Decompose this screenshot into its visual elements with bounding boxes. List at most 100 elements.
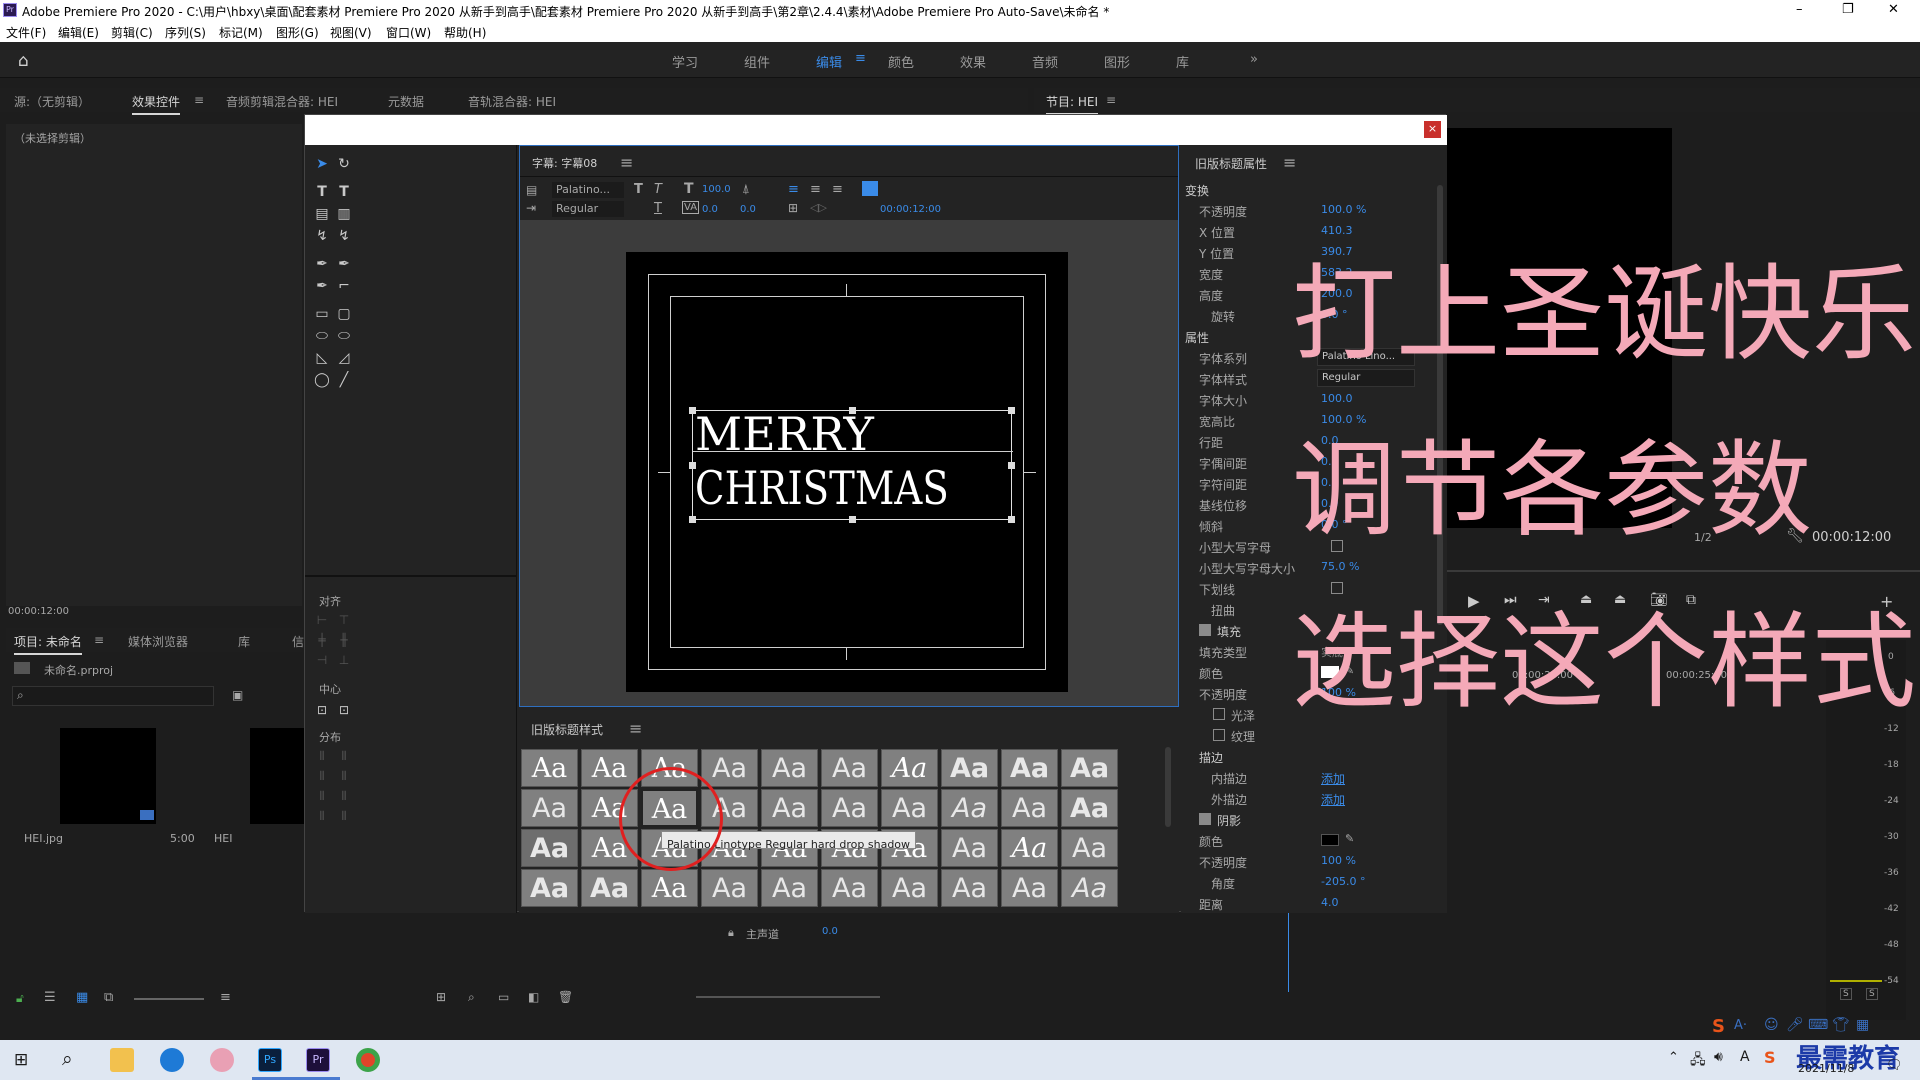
style-tile-3-8[interactable]: Aa bbox=[941, 829, 998, 867]
project-thumb-2[interactable] bbox=[250, 728, 304, 824]
tab-metadata[interactable]: 元数据 bbox=[388, 93, 424, 110]
tab-icon[interactable]: ⊞ bbox=[788, 201, 798, 215]
rectangle-tool-icon[interactable]: ▭ bbox=[313, 305, 331, 323]
kerning-icon[interactable]: VA bbox=[682, 201, 700, 214]
workspace-menu-icon[interactable]: ≡ bbox=[855, 51, 866, 66]
ellipse-tool-icon[interactable]: ◯ bbox=[313, 371, 331, 389]
sogou-tray-icon[interactable]: S bbox=[1764, 1048, 1776, 1067]
style-tile-1-6[interactable]: Aa bbox=[821, 749, 878, 787]
edge-icon[interactable] bbox=[160, 1048, 184, 1072]
ime-grid-icon[interactable]: ▦ bbox=[1856, 1017, 1869, 1033]
rotate-tool-icon[interactable]: ↻ bbox=[335, 155, 353, 173]
align-left-icon[interactable]: ⊢ bbox=[313, 611, 331, 629]
style-tile-4-2[interactable]: Aa bbox=[581, 869, 638, 907]
style-tile-2-9[interactable]: Aa bbox=[1001, 789, 1058, 827]
dialog-close-button[interactable]: × bbox=[1424, 121, 1441, 138]
handle-bl[interactable] bbox=[689, 516, 696, 523]
style-tile-4-7[interactable]: Aa bbox=[881, 869, 938, 907]
track-lock-icon[interactable]: 🔒︎ bbox=[728, 926, 734, 940]
align-hcenter-icon[interactable]: ╪ bbox=[313, 631, 331, 649]
solo-right-button[interactable]: S bbox=[1866, 988, 1878, 1000]
windows-start-icon[interactable]: ⊞ bbox=[14, 1050, 28, 1070]
line-tool-icon[interactable]: ╱ bbox=[335, 371, 353, 389]
vertical-area-type-tool-icon[interactable]: ▥ bbox=[335, 205, 353, 223]
menu-sequence[interactable]: 序列(S) bbox=[165, 24, 206, 41]
handle-tm[interactable] bbox=[849, 407, 856, 414]
notification-icon[interactable]: 🗨︎ bbox=[1886, 1058, 1903, 1073]
minimize-button[interactable]: – bbox=[1796, 2, 1803, 17]
style-tile-1-4[interactable]: Aa bbox=[701, 749, 758, 787]
tab-effect-controls[interactable]: 效果控件 bbox=[132, 93, 181, 115]
style-tile-2-10[interactable]: Aa bbox=[1061, 789, 1118, 827]
menu-help[interactable]: 帮助(H) bbox=[444, 24, 486, 41]
fill-checkbox[interactable] bbox=[1199, 624, 1211, 636]
font-style-select[interactable]: Regular bbox=[552, 201, 624, 217]
style-tile-1-9[interactable]: Aa bbox=[1001, 749, 1058, 787]
new-item-icon[interactable]: ◧ bbox=[528, 990, 539, 1004]
maximize-button[interactable]: ❐ bbox=[1842, 2, 1854, 17]
tray-chevron-icon[interactable]: ⌃ bbox=[1668, 1050, 1679, 1065]
timeline-scrollbar[interactable] bbox=[696, 996, 880, 998]
arc-tool-icon[interactable]: ◿ bbox=[335, 349, 353, 367]
menu-file[interactable]: 文件(F) bbox=[6, 24, 46, 41]
photoshop-icon[interactable]: Ps bbox=[258, 1048, 282, 1072]
font-size-prop-value[interactable]: 100.0 bbox=[1321, 392, 1353, 405]
sheen-checkbox[interactable] bbox=[1213, 708, 1225, 720]
properties-menu-icon[interactable]: ≡ bbox=[1283, 153, 1296, 172]
x-value[interactable]: 410.3 bbox=[1321, 224, 1353, 237]
section-stroke[interactable]: 描边 bbox=[1181, 746, 1441, 767]
lock-icon[interactable]: 🔓︎ bbox=[16, 991, 24, 1006]
style-tile-3-10[interactable]: Aa bbox=[1061, 829, 1118, 867]
style-tile-4-5[interactable]: Aa bbox=[761, 869, 818, 907]
leading-value[interactable]: 0.0 bbox=[740, 204, 756, 215]
style-tile-2-8[interactable]: Aa bbox=[941, 789, 998, 827]
style-tile-1-8[interactable]: Aa bbox=[941, 749, 998, 787]
menu-view[interactable]: 视图(V) bbox=[330, 24, 372, 41]
ime-emoji-icon[interactable]: ☺ bbox=[1764, 1017, 1779, 1033]
master-track-value[interactable]: 0.0 bbox=[822, 926, 838, 937]
style-tile-4-1[interactable]: Aa bbox=[521, 869, 578, 907]
premiere-icon[interactable]: Pr bbox=[306, 1048, 330, 1072]
workspace-audio[interactable]: 音频 bbox=[1032, 52, 1058, 71]
title-canvas[interactable]: MERRY CHRISTMAS bbox=[626, 252, 1068, 692]
type-tool-icon[interactable]: T bbox=[313, 183, 331, 201]
panel-menu-icon[interactable]: ≡ bbox=[194, 93, 204, 107]
zoom-slider[interactable] bbox=[134, 998, 204, 1000]
style-tile-2-5[interactable]: Aa bbox=[761, 789, 818, 827]
sort-icon[interactable]: ≡ bbox=[220, 990, 231, 1005]
chrome-icon[interactable] bbox=[356, 1048, 380, 1072]
tab-libraries[interactable]: 库 bbox=[238, 633, 250, 650]
close-button[interactable]: ✕ bbox=[1888, 2, 1899, 17]
tab-audio-clip-mixer[interactable]: 音频剪辑混合器: HEI bbox=[226, 93, 338, 110]
workspace-more-button[interactable]: » bbox=[1250, 52, 1258, 67]
search-taskbar-icon[interactable]: ⌕ bbox=[62, 1048, 73, 1070]
icon-view-icon[interactable]: ▦ bbox=[76, 990, 88, 1005]
path-type-tool-icon[interactable]: ↯ bbox=[313, 227, 331, 245]
shadow-checkbox[interactable] bbox=[1199, 813, 1211, 825]
distribute-6-icon[interactable]: ⫴ bbox=[335, 787, 353, 805]
list-view-icon[interactable]: ☰ bbox=[44, 990, 56, 1005]
style-tile-1-5[interactable]: Aa bbox=[761, 749, 818, 787]
bold-icon[interactable]: T bbox=[634, 182, 643, 197]
style-tile-4-4[interactable]: Aa bbox=[701, 869, 758, 907]
ime-mic-icon[interactable]: 🎤︎ bbox=[1786, 1017, 1804, 1033]
text-bounding-box[interactable]: MERRY CHRISTMAS bbox=[689, 407, 1015, 523]
playhead[interactable] bbox=[1288, 912, 1289, 992]
style-tile-2-7[interactable]: Aa bbox=[881, 789, 938, 827]
area-type-tool-icon[interactable]: ▤ bbox=[313, 205, 331, 223]
workspace-effects[interactable]: 效果 bbox=[960, 52, 986, 71]
workspace-color[interactable]: 颜色 bbox=[888, 52, 914, 71]
solo-left-button[interactable]: S bbox=[1840, 988, 1852, 1000]
handle-bm[interactable] bbox=[849, 516, 856, 523]
workspace-graphics[interactable]: 图形 bbox=[1104, 52, 1130, 71]
underline-icon[interactable]: T bbox=[654, 201, 662, 216]
align-left-text-icon[interactable]: ≡ bbox=[788, 182, 799, 197]
center-horizontal-icon[interactable]: ⊡ bbox=[313, 701, 331, 719]
home-icon[interactable]: ⌂ bbox=[18, 51, 29, 71]
style-tile-4-10[interactable]: Aa bbox=[1061, 869, 1118, 907]
ime-skin-icon[interactable]: 👕︎ bbox=[1832, 1017, 1850, 1033]
style-tile-1-10[interactable]: Aa bbox=[1061, 749, 1118, 787]
outer-stroke-add-link[interactable]: 添加 bbox=[1321, 791, 1345, 808]
shadow-eyedropper-icon[interactable]: ✎ bbox=[1345, 832, 1354, 845]
tab-media-browser[interactable]: 媒体浏览器 bbox=[128, 633, 188, 650]
